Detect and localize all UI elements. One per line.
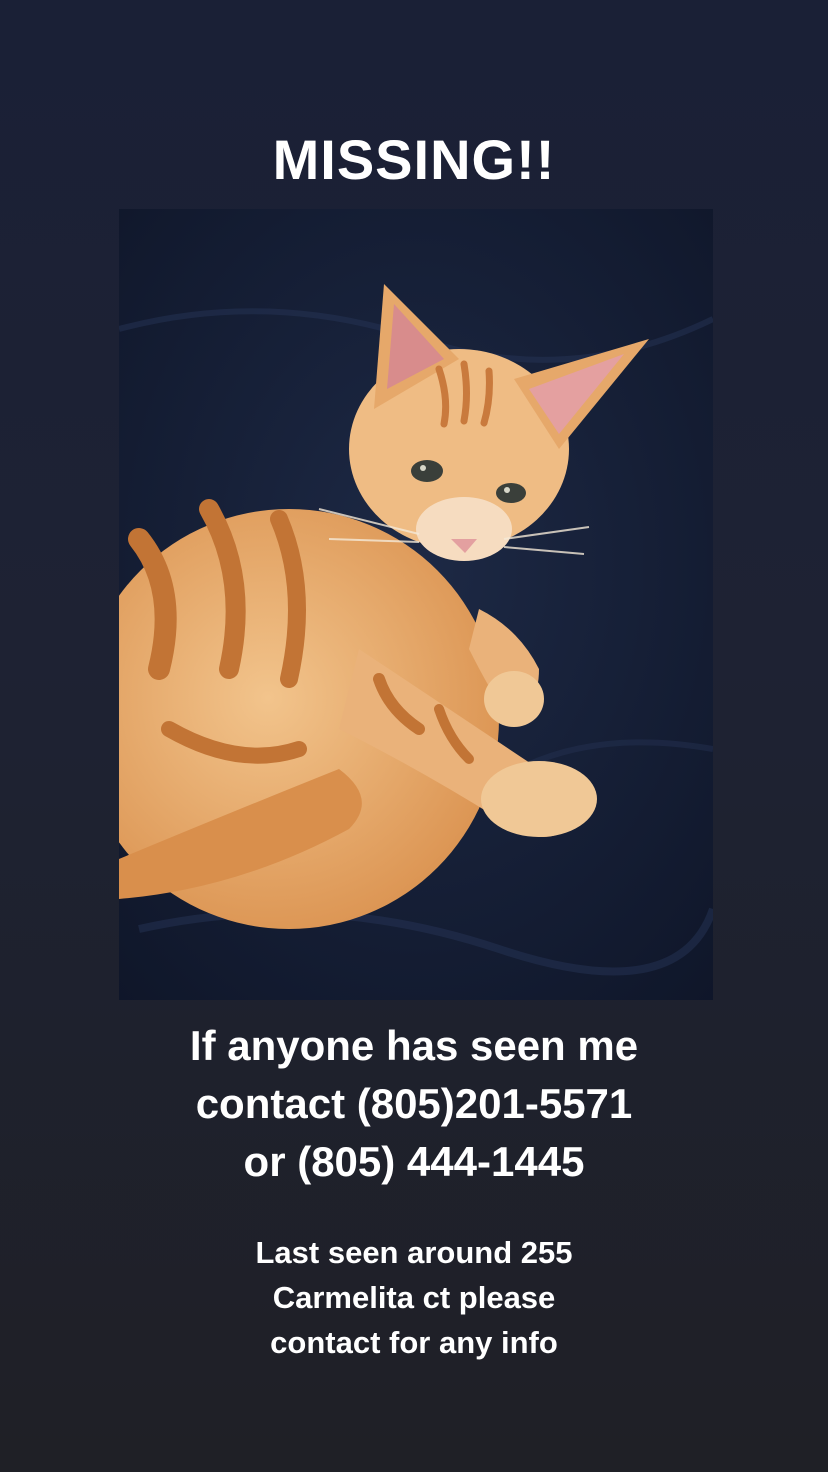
contact-info: If anyone has seen me contact (805)201-5… <box>0 1017 828 1191</box>
kitten-illustration <box>119 209 713 1000</box>
note-line: Last seen around 255 <box>255 1235 573 1270</box>
note-line: contact for any info <box>270 1325 558 1360</box>
last-seen-note: Last seen around 255 Carmelita ct please… <box>0 1230 828 1365</box>
contact-line: If anyone has seen me <box>189 1022 639 1069</box>
contact-line-phone-2: or (805) 444-1445 <box>243 1138 585 1185</box>
story-canvas: MISSING!! If anyone has seen me contact … <box>0 0 828 1472</box>
kitten-photo <box>119 209 713 1000</box>
note-line: Carmelita ct please <box>272 1280 556 1315</box>
contact-line-phone-1: contact (805)201-5571 <box>195 1080 633 1127</box>
poster-title: MISSING!! <box>272 128 556 191</box>
